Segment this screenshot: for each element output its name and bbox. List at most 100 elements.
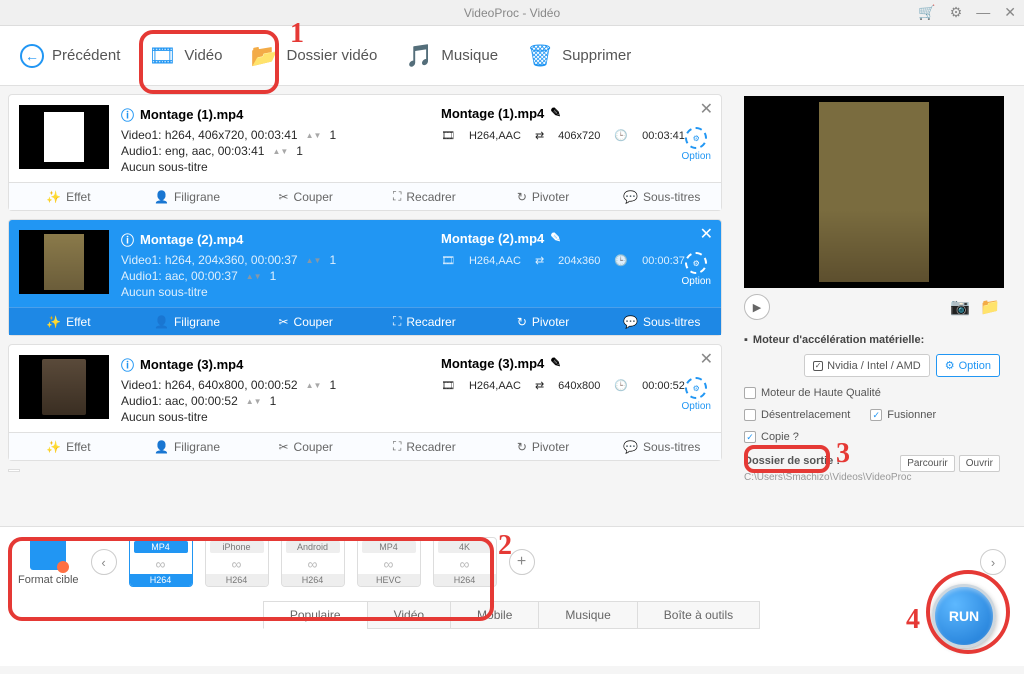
watermark-button[interactable]: 👤Filigrane (128, 433, 247, 460)
track-stepper[interactable]: ▲▼ (306, 381, 322, 390)
track-stepper[interactable]: ▲▼ (306, 131, 322, 140)
window-controls: 🛒 ⚙ — ✕ (918, 4, 1016, 21)
delete-button[interactable]: 🗑 Supprimer (526, 42, 631, 70)
track-stepper[interactable]: ▲▼ (272, 147, 288, 156)
effect-button[interactable]: ✨Effet (9, 433, 128, 460)
crop-button[interactable]: ⛶Recadrer (365, 308, 484, 335)
subtitle-icon: 💬 (623, 190, 638, 204)
browse-button[interactable]: Parcourir (900, 455, 955, 472)
format-prev-button[interactable]: ‹ (91, 549, 117, 575)
format-next-button[interactable]: › (980, 549, 1006, 575)
play-button[interactable]: ▶ (744, 294, 770, 320)
format-preset[interactable]: MP4∞H264 (129, 537, 193, 587)
crop-button[interactable]: ⛶Recadrer (365, 183, 484, 210)
rotate-icon: ↻ (517, 440, 527, 454)
list-item-stub (8, 469, 20, 472)
tab-video[interactable]: Vidéo (367, 601, 451, 629)
rotate-button[interactable]: ↻Pivoter (484, 183, 603, 210)
add-video-button[interactable]: 🎞 Vidéo (148, 42, 222, 70)
subtitle-button[interactable]: 💬Sous-titres (602, 308, 721, 335)
tab-toolbox[interactable]: Boîte à outils (637, 601, 760, 629)
tab-mobile[interactable]: Mobile (450, 601, 539, 629)
scissors-icon: ✂ (278, 315, 288, 329)
merge-checkbox[interactable]: ✓Fusionner (870, 409, 936, 421)
link-icon: ∞ (206, 556, 268, 572)
person-icon: 👤 (154, 315, 169, 329)
add-music-button[interactable]: 🎵 Musique (405, 42, 498, 70)
link-icon: ∞ (130, 556, 192, 572)
effect-button[interactable]: ✨Effet (9, 183, 128, 210)
chip-icon: ▪ (744, 334, 748, 346)
cart-icon[interactable]: 🛒 (918, 4, 935, 21)
track-stepper[interactable]: ▲▼ (246, 397, 262, 406)
remove-item-icon[interactable]: ✕ (700, 224, 713, 244)
add-folder-button[interactable]: 📂 Dossier vidéo (250, 42, 377, 70)
cut-button[interactable]: ✂Couper (246, 433, 365, 460)
add-format-button[interactable]: + (509, 549, 535, 575)
video-list-panel: ✕ ⓘMontage (1).mp4 Video1: h264, 406x720… (0, 86, 730, 526)
film-icon: 🎞 (441, 129, 455, 142)
format-preset[interactable]: Android∞H264 (281, 537, 345, 587)
effect-button[interactable]: ✨Effet (9, 308, 128, 335)
gpu-toggle[interactable]: ✓Nvidia / Intel / AMD (804, 354, 930, 377)
format-preset[interactable]: 4K∞H264 (433, 537, 497, 587)
open-folder-icon[interactable]: 📁 (980, 297, 1000, 317)
subtitle-button[interactable]: 💬Sous-titres (602, 183, 721, 210)
tab-music[interactable]: Musique (538, 601, 637, 629)
folder-plus-icon: 📂 (250, 42, 278, 70)
codec-option-button[interactable]: ⚙Option (682, 252, 711, 287)
deinterlace-checkbox[interactable]: Désentrelacement (744, 409, 850, 421)
trash-icon: 🗑 (526, 42, 554, 70)
format-preset[interactable]: MP4∞HEVC (357, 537, 421, 587)
track-stepper[interactable]: ▲▼ (306, 256, 322, 265)
crop-icon: ⛶ (393, 314, 401, 329)
minimize-icon[interactable]: — (976, 4, 990, 21)
close-icon[interactable]: ✕ (1004, 4, 1016, 21)
preview-area (744, 96, 1004, 288)
rotate-icon: ↻ (517, 190, 527, 204)
rotate-button[interactable]: ↻Pivoter (484, 308, 603, 335)
person-icon: 👤 (154, 440, 169, 454)
gear-icon[interactable]: ⚙ (950, 4, 963, 21)
track-stepper[interactable]: ▲▼ (246, 272, 262, 281)
resolution-icon: ⇄ (535, 254, 544, 267)
rename-icon[interactable]: ✎ (550, 230, 561, 246)
thumbnail (19, 105, 109, 169)
thumbnail (19, 230, 109, 294)
crop-button[interactable]: ⛶Recadrer (365, 433, 484, 460)
hwaccel-option-button[interactable]: ⚙Option (936, 354, 1000, 377)
hq-checkbox[interactable]: Moteur de Haute Qualité (744, 387, 881, 399)
subtitle-icon: 💬 (623, 440, 638, 454)
watermark-button[interactable]: 👤Filigrane (128, 308, 247, 335)
cut-button[interactable]: ✂Couper (246, 183, 365, 210)
bottom-panel: Format cible ‹ MP4∞H264 iPhone∞H264 Andr… (0, 526, 1024, 666)
codec-option-button[interactable]: ⚙Option (682, 127, 711, 162)
remove-item-icon[interactable]: ✕ (700, 99, 713, 119)
info-icon: ⓘ (121, 355, 134, 374)
rotate-button[interactable]: ↻Pivoter (484, 433, 603, 460)
rename-icon[interactable]: ✎ (550, 355, 561, 371)
film-icon: 🎞 (441, 379, 455, 392)
open-button[interactable]: Ouvrir (959, 455, 1000, 472)
rotate-icon: ↻ (517, 315, 527, 329)
cut-button[interactable]: ✂Couper (246, 308, 365, 335)
copy-checkbox[interactable]: ✓Copie ? (744, 431, 799, 443)
clock-icon: 🕒 (614, 379, 628, 392)
watermark-button[interactable]: 👤Filigrane (128, 183, 247, 210)
video-item[interactable]: ✕ ⓘMontage (3).mp4 Video1: h264, 640x800… (8, 344, 722, 461)
link-icon: ∞ (358, 556, 420, 572)
video-item[interactable]: ✕ ⓘMontage (2).mp4 Video1: h264, 204x360… (8, 219, 722, 336)
rename-icon[interactable]: ✎ (550, 105, 561, 121)
run-button[interactable]: RUN (932, 584, 996, 648)
subtitle-button[interactable]: 💬Sous-titres (602, 433, 721, 460)
info-icon: ⓘ (121, 105, 134, 124)
tab-popular[interactable]: Populaire (263, 601, 368, 629)
video-item[interactable]: ✕ ⓘMontage (1).mp4 Video1: h264, 406x720… (8, 94, 722, 211)
snapshot-icon[interactable]: 📷 (950, 297, 970, 317)
codec-option-button[interactable]: ⚙Option (682, 377, 711, 412)
back-button[interactable]: ← Précédent (20, 44, 120, 68)
format-preset[interactable]: iPhone∞H264 (205, 537, 269, 587)
arrow-left-icon: ← (20, 44, 44, 68)
thumbnail (19, 355, 109, 419)
remove-item-icon[interactable]: ✕ (700, 349, 713, 369)
